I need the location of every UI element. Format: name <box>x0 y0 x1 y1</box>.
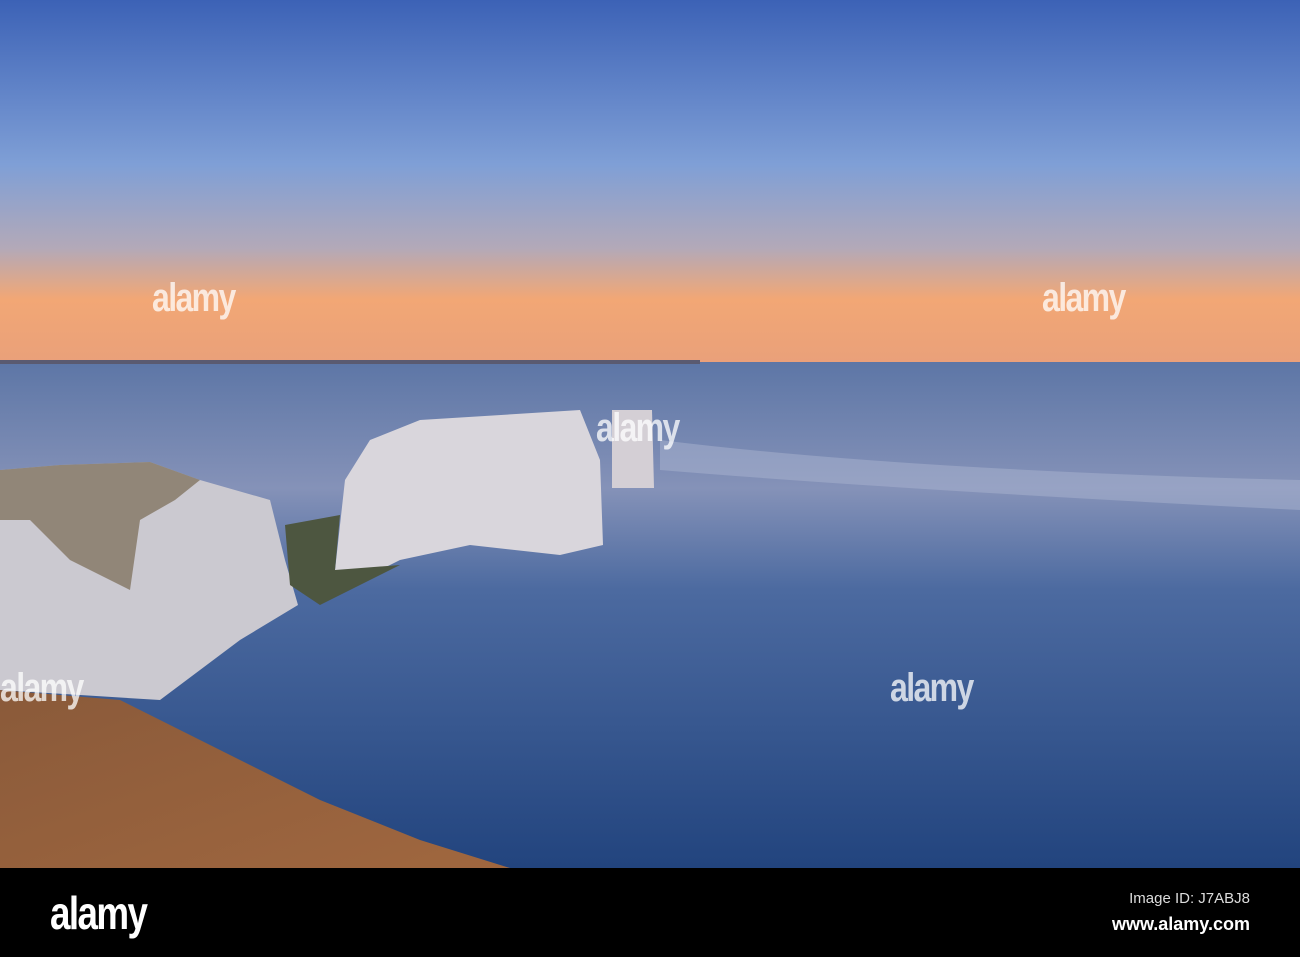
alamy-logo: alamy <box>50 887 148 939</box>
website-link[interactable]: www.alamy.com <box>1112 914 1250 935</box>
watermark-logo: alamy <box>1042 276 1126 320</box>
image-id-label: Image ID: J7ABJ8 <box>1129 890 1250 907</box>
watermark-logo: alamy <box>890 666 974 710</box>
footer-bar: alamy Image ID: J7ABJ8 www.alamy.com <box>0 868 1300 957</box>
stock-photo: alamy alamy alamy alamy alamy alamy Imag… <box>0 0 1300 957</box>
watermark-logo: alamy <box>152 276 236 320</box>
watermark-logo: alamy <box>0 666 84 710</box>
watermark-logo: alamy <box>596 406 680 450</box>
distant-coastline <box>0 360 700 364</box>
